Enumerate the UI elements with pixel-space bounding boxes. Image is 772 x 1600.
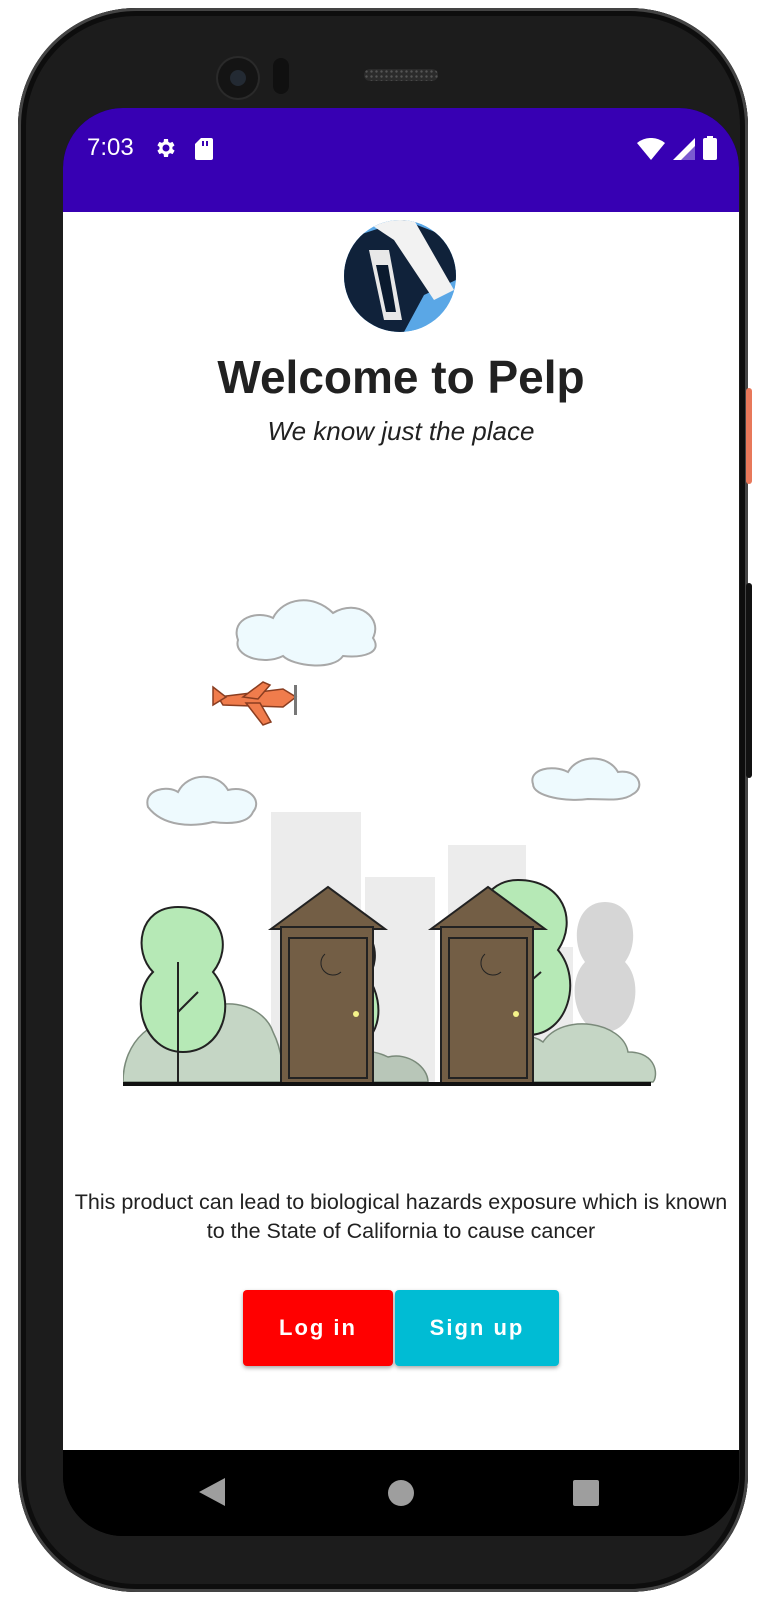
app-logo bbox=[344, 220, 456, 332]
status-time: 7:03 bbox=[87, 134, 134, 161]
front-camera bbox=[218, 58, 258, 98]
welcome-subtitle: We know just the place bbox=[267, 416, 535, 446]
power-button bbox=[746, 388, 752, 484]
back-icon[interactable] bbox=[199, 1478, 225, 1506]
gear-icon bbox=[157, 139, 175, 157]
status-bar: 7:03 bbox=[63, 108, 739, 212]
home-icon[interactable] bbox=[388, 1480, 414, 1506]
volume-button bbox=[746, 583, 752, 778]
wifi-icon bbox=[637, 138, 665, 160]
outhouse bbox=[427, 885, 549, 1085]
earpiece-speaker bbox=[364, 69, 438, 81]
cloud bbox=[531, 757, 641, 801]
proximity-sensor bbox=[273, 58, 289, 94]
cancer-warning-text: This product can lead to biological haza… bbox=[74, 1190, 728, 1243]
sd-card-icon bbox=[195, 138, 213, 160]
signup-button[interactable]: Sign up bbox=[395, 1290, 559, 1366]
cloud bbox=[235, 599, 377, 667]
airplane bbox=[212, 681, 298, 726]
welcome-screen: Welcome to Pelp We know just the place T… bbox=[63, 212, 739, 1450]
outhouse-illustration bbox=[123, 599, 657, 1086]
welcome-title: Welcome to Pelp bbox=[217, 351, 585, 403]
screen: 7:03 Welcome to Pelp We know just the pl… bbox=[63, 108, 739, 1536]
cloud bbox=[146, 775, 258, 826]
phone-frame: 7:03 Welcome to Pelp We know just the pl… bbox=[18, 8, 752, 1592]
navigation-bar bbox=[63, 1450, 739, 1536]
outhouse bbox=[267, 885, 389, 1085]
signal-icon bbox=[673, 138, 695, 160]
battery-icon bbox=[703, 136, 717, 160]
recents-icon[interactable] bbox=[573, 1480, 599, 1506]
login-button[interactable]: Log in bbox=[243, 1290, 393, 1366]
